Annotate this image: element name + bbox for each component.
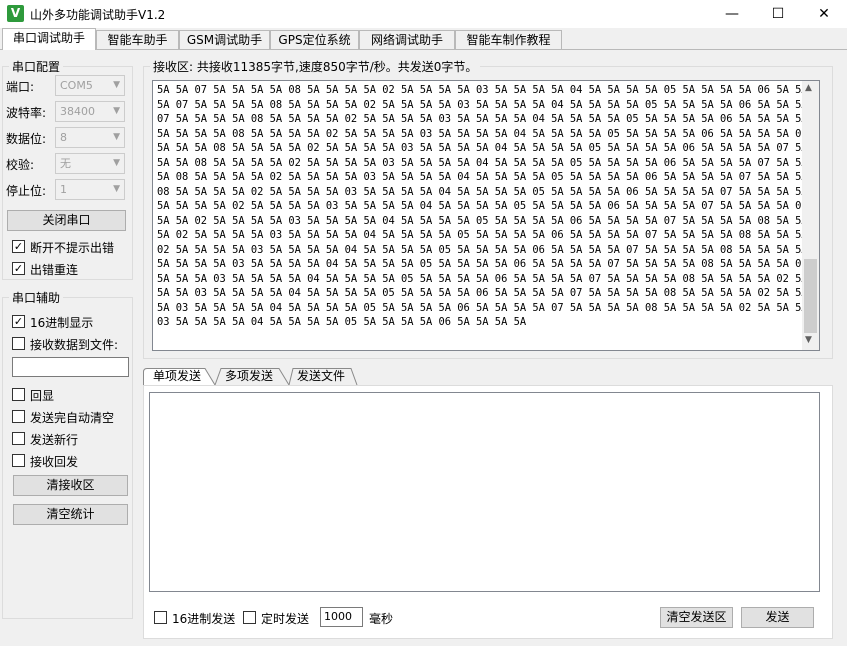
checkmark-icon: ✓	[13, 315, 24, 328]
serial-assist-title: 串口辅助	[9, 289, 64, 306]
chevron-down-icon: ▼	[113, 132, 120, 142]
receive-line: 5A 02 5A 5A 5A 5A 03 5A 5A 5A 5A 04 5A 5…	[157, 229, 802, 241]
port-select[interactable]: COM5 ▼	[55, 75, 125, 96]
receive-line: 5A 07 5A 5A 5A 5A 08 5A 5A 5A 5A 02 5A 5…	[157, 98, 802, 111]
receive-line: 5A 5A 08 5A 5A 5A 5A 02 5A 5A 5A 5A 03 5…	[157, 156, 802, 169]
serial-config-title: 串口配置	[9, 58, 64, 75]
send-tab-multi[interactable]: 多项发送	[225, 369, 273, 385]
receive-line: 5A 5A 5A 5A 03 5A 5A 5A 5A 04 5A 5A 5A 5…	[157, 258, 802, 270]
no-prompt-disconnect-checkbox[interactable]: ✓	[12, 240, 25, 253]
maximize-button[interactable]: ☐	[755, 0, 801, 28]
title-bar: V 山外多功能调试助手V1.2 — ☐ ✕	[0, 0, 847, 28]
app-logo-icon: V	[7, 5, 24, 22]
send-textarea[interactable]	[149, 392, 820, 592]
databits-value: 8	[60, 131, 67, 144]
minimize-button[interactable]: —	[709, 0, 755, 28]
no-prompt-disconnect-label: 断开不提示出错	[30, 241, 115, 255]
receive-data-text: 5A 5A 07 5A 5A 5A 5A 08 5A 5A 5A 5A 02 5…	[157, 83, 802, 348]
echo-label: 回显	[30, 389, 55, 403]
receive-line: 5A 5A 5A 08 5A 5A 5A 5A 02 5A 5A 5A 5A 0…	[157, 142, 802, 154]
port-value: COM5	[60, 79, 93, 92]
scroll-up-icon[interactable]: ▲	[805, 83, 812, 93]
auto-clear-label: 发送完自动清空	[30, 411, 115, 425]
receive-line: 5A 5A 03 5A 5A 5A 5A 04 5A 5A 5A 5A 05 5…	[157, 287, 802, 299]
receive-textarea[interactable]: 5A 5A 07 5A 5A 5A 5A 08 5A 5A 5A 5A 02 5…	[152, 80, 820, 351]
auto-clear-checkbox[interactable]	[12, 410, 25, 423]
tab-network[interactable]: 网络调试助手	[359, 30, 455, 50]
send-tab-file[interactable]: 发送文件	[297, 369, 345, 385]
hex-display-label: 16进制显示	[30, 316, 94, 330]
receive-line: 02 5A 5A 5A 5A 03 5A 5A 5A 5A 04 5A 5A 5…	[157, 243, 802, 256]
echo-checkbox[interactable]	[12, 388, 25, 401]
send-newline-label: 发送新行	[30, 433, 79, 447]
chevron-down-icon: ▼	[113, 80, 120, 90]
recv-reply-checkbox[interactable]	[12, 454, 25, 467]
checkmark-icon: ✓	[13, 262, 24, 275]
receive-line: 5A 03 5A 5A 5A 5A 04 5A 5A 5A 5A 05 5A 5…	[157, 301, 802, 314]
receive-line: 03 5A 5A 5A 5A 04 5A 5A 5A 5A 05 5A 5A 5…	[157, 316, 527, 328]
tab-gsm[interactable]: GSM调试助手	[179, 30, 270, 50]
error-reconnect-label: 出错重连	[30, 263, 79, 277]
receive-line: 5A 5A 5A 5A 02 5A 5A 5A 5A 03 5A 5A 5A 5…	[157, 200, 802, 212]
databits-label: 数据位:	[6, 132, 47, 146]
close-button[interactable]: ✕	[801, 0, 847, 28]
chevron-down-icon: ▼	[113, 106, 120, 116]
receive-line: 5A 5A 02 5A 5A 5A 5A 03 5A 5A 5A 5A 04 5…	[157, 214, 802, 227]
clear-stats-button[interactable]: 清空统计	[13, 504, 128, 525]
stopbits-value: 1	[60, 183, 67, 196]
chevron-down-icon: ▼	[113, 158, 120, 168]
port-label: 端口:	[6, 80, 35, 94]
recv-to-file-checkbox[interactable]	[12, 337, 25, 350]
close-port-button[interactable]: 关闭串口	[7, 210, 126, 231]
receive-line: 5A 5A 5A 03 5A 5A 5A 5A 04 5A 5A 5A 5A 0…	[157, 272, 802, 285]
tab-serial-debug[interactable]: 串口调试助手	[2, 28, 96, 50]
receive-header: 接收区: 共接收11385字节,速度850字节/秒。共发送0字节。	[150, 58, 481, 75]
tab-tutorial[interactable]: 智能车制作教程	[455, 30, 562, 50]
error-reconnect-checkbox[interactable]: ✓	[12, 262, 25, 275]
recv-to-file-label: 接收数据到文件:	[30, 338, 119, 352]
parity-select[interactable]: 无 ▼	[55, 153, 125, 174]
scroll-down-icon[interactable]: ▼	[805, 335, 812, 345]
receive-line: 08 5A 5A 5A 5A 02 5A 5A 5A 5A 03 5A 5A 5…	[157, 185, 802, 198]
recv-reply-label: 接收回发	[30, 455, 79, 469]
interval-unit-label: 毫秒	[369, 612, 394, 626]
timed-send-label: 定时发送	[261, 612, 310, 626]
checkmark-icon: ✓	[13, 240, 24, 253]
chevron-down-icon: ▼	[113, 184, 120, 194]
receive-line: 5A 5A 07 5A 5A 5A 5A 08 5A 5A 5A 5A 02 5…	[157, 84, 802, 96]
send-tab-single[interactable]: 单项发送	[153, 369, 201, 385]
clear-send-button[interactable]: 清空发送区	[660, 607, 733, 628]
stopbits-select[interactable]: 1 ▼	[55, 179, 125, 200]
parity-value: 无	[60, 157, 71, 170]
hex-send-label: 16进制发送	[172, 612, 236, 626]
parity-label: 校验:	[6, 158, 35, 172]
hex-send-checkbox[interactable]	[154, 611, 167, 624]
send-interval-input[interactable]: 1000	[320, 607, 363, 627]
databits-select[interactable]: 8 ▼	[55, 127, 125, 148]
receive-line: 5A 08 5A 5A 5A 5A 02 5A 5A 5A 5A 03 5A 5…	[157, 171, 802, 183]
timed-send-checkbox[interactable]	[243, 611, 256, 624]
receive-scrollbar[interactable]: ▲ ▼	[802, 81, 819, 350]
send-newline-checkbox[interactable]	[12, 432, 25, 445]
tab-smartcar[interactable]: 智能车助手	[96, 30, 179, 50]
clear-recv-button[interactable]: 清接收区	[13, 475, 128, 496]
window-title: 山外多功能调试助手V1.2	[30, 8, 166, 22]
receive-line: 07 5A 5A 5A 5A 08 5A 5A 5A 5A 02 5A 5A 5…	[157, 113, 802, 125]
scroll-thumb[interactable]	[804, 259, 817, 333]
baud-value: 38400	[60, 105, 95, 118]
stopbits-label: 停止位:	[6, 184, 47, 198]
hex-display-checkbox[interactable]: ✓	[12, 315, 25, 328]
tab-gps[interactable]: GPS定位系统	[270, 30, 359, 50]
recv-file-path-input[interactable]	[12, 357, 129, 377]
baud-select[interactable]: 38400 ▼	[55, 101, 125, 122]
receive-line: 5A 5A 5A 5A 08 5A 5A 5A 5A 02 5A 5A 5A 5…	[157, 127, 802, 140]
send-button[interactable]: 发送	[741, 607, 814, 628]
baud-label: 波特率:	[6, 106, 47, 120]
